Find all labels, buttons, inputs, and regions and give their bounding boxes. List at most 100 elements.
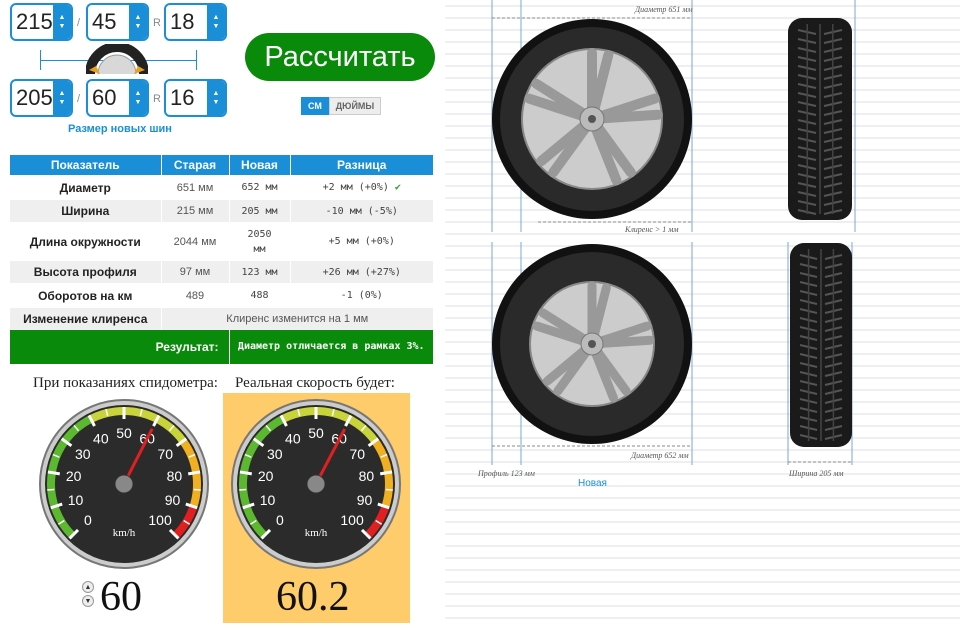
- row-new: 652 мм: [229, 175, 291, 200]
- clearance-label: Изменение клиренса: [10, 308, 162, 330]
- row-old: 2044 мм: [161, 222, 230, 261]
- tire-side-new: [790, 243, 852, 447]
- gauge-tick: [379, 470, 393, 476]
- row-diff: +5 мм (+0%): [290, 222, 434, 261]
- header-metric: Показатель: [10, 155, 162, 175]
- old-profile-select[interactable]: 45 ▲ ▼: [86, 3, 149, 41]
- gauge-tick-label: 90: [357, 492, 373, 508]
- table-header-row: Показатель Старая Новая Разница: [10, 155, 434, 175]
- select-arrows-icon: ▲ ▼: [129, 81, 147, 115]
- row-new: 488: [229, 283, 291, 308]
- slash-separator: /: [77, 93, 81, 105]
- shown-speed-value[interactable]: 60: [100, 573, 142, 621]
- speedometer-real: 0102030405060708090100km/h: [231, 399, 401, 569]
- radius-separator: R: [153, 93, 161, 105]
- old-radius-select[interactable]: 18 ▲ ▼: [164, 3, 227, 41]
- table-row: Диаметр 651 мм 652 мм +2 мм (+0%) ✔: [10, 175, 434, 200]
- old-radius-value: 18: [170, 9, 195, 34]
- row-name: Диаметр: [10, 175, 162, 200]
- gauge-tick-label: 70: [157, 446, 173, 462]
- table-row: Оборотов на км 489 488 -1 (0%): [10, 283, 434, 308]
- clearance-value: Клиренс изменится на 1 мм: [161, 308, 434, 330]
- gauge-hub: [114, 474, 134, 494]
- speed-stepper[interactable]: ▲ ▼: [82, 581, 94, 607]
- table-row: Ширина 215 мм 205 мм -10 мм (-5%): [10, 200, 434, 222]
- unit-cm-toggle[interactable]: СМ: [301, 97, 329, 115]
- row-new: 123 мм: [229, 261, 291, 283]
- old-width-select[interactable]: 215 ▲ ▼: [10, 3, 73, 41]
- table-row: Высота профиля 97 мм 123 мм +26 мм (+27%…: [10, 261, 434, 283]
- gauge-tick-label: 80: [359, 468, 375, 484]
- row-old: 489: [161, 283, 230, 308]
- gauge-tick-label: 70: [349, 446, 365, 462]
- wheel-new: [492, 244, 692, 444]
- unit-inches-toggle[interactable]: ДЮЙМЫ: [329, 97, 381, 115]
- tire-calculator: 215 ▲ ▼ / 45 ▲ ▼ R 18 ▲ ▼ 205 ▲ ▼ / 60 ▲ ▼ R …: [0, 0, 960, 630]
- gauge-tick: [47, 488, 55, 491]
- gauge-unit: km/h: [113, 527, 136, 539]
- gauge-tick-label: 20: [66, 468, 82, 484]
- row-diff: +26 мм (+27%): [290, 261, 434, 283]
- select-arrows-icon: ▲ ▼: [53, 5, 71, 39]
- check-icon: ✔: [388, 182, 401, 193]
- new-profile-value: 60: [92, 85, 117, 110]
- new-profile-select[interactable]: 60 ▲ ▼: [86, 79, 149, 117]
- row-diff: -10 мм (-5%): [290, 200, 434, 222]
- new-size-label: Размер новых шин: [68, 123, 172, 135]
- new-radius-value: 16: [170, 85, 195, 110]
- header-diff: Разница: [290, 155, 434, 175]
- gauge-tick: [239, 470, 253, 476]
- clearance-caption: Клиренс > 1 мм: [624, 225, 678, 234]
- width-caption: Ширина 205 мм: [788, 469, 844, 478]
- comparison-table: Показатель Старая Новая Разница Диаметр …: [10, 155, 434, 364]
- new-width-select[interactable]: 205 ▲ ▼: [10, 79, 73, 117]
- gauge-tick-label: 20: [258, 468, 274, 484]
- gauge-tick-label: 100: [340, 512, 364, 528]
- calculate-button[interactable]: Рассчитать: [245, 33, 435, 81]
- radius-separator: R: [153, 17, 161, 29]
- clearance-row: Изменение клиренса Клиренс изменится на …: [10, 308, 434, 330]
- link-line-left: [40, 50, 41, 70]
- gauge-tick: [239, 488, 247, 491]
- result-value: Диаметр отличается в рамках 3%.: [229, 330, 434, 364]
- real-speed-value: 60.2: [276, 574, 350, 620]
- row-name: Длина окружности: [10, 222, 162, 261]
- chevron-down-icon[interactable]: ▼: [82, 595, 94, 607]
- gauge-tick: [385, 488, 393, 491]
- result-row: Результат: Диаметр отличается в рамках 3…: [10, 330, 434, 364]
- row-diff: +2 мм (+0%) ✔: [290, 175, 434, 200]
- gauge-tick-label: 80: [167, 468, 183, 484]
- select-arrows-icon: ▲ ▼: [53, 81, 71, 115]
- gauge-unit: km/h: [305, 527, 328, 539]
- gauge-hub: [306, 474, 326, 494]
- row-diff-text: +2 мм (+0%): [322, 182, 389, 193]
- link-line-right: [196, 50, 197, 70]
- new-radius-select[interactable]: 16 ▲ ▼: [164, 79, 227, 117]
- result-label: Результат:: [10, 330, 230, 364]
- row-name: Высота профиля: [10, 261, 162, 283]
- gauge-tick-label: 30: [75, 446, 91, 462]
- gauge-tick-label: 100: [148, 512, 172, 528]
- gauge-tick: [193, 488, 201, 491]
- gauge-tick: [187, 470, 201, 476]
- row-old: 215 мм: [161, 200, 230, 222]
- old-profile-value: 45: [92, 9, 117, 34]
- row-name: Оборотов на км: [10, 283, 162, 308]
- header-new: Новая: [229, 155, 291, 175]
- row-old: 651 мм: [161, 175, 230, 200]
- profile-caption: Профиль 123 мм: [477, 469, 535, 478]
- gauge-tick-label: 0: [276, 512, 284, 528]
- speedometer-shown: 0102030405060708090100km/h: [39, 399, 209, 569]
- select-arrows-icon: ▲ ▼: [207, 81, 225, 115]
- new-caption: Новая: [578, 478, 607, 489]
- gauge-tick-label: 10: [68, 492, 84, 508]
- gauge-tick-label: 50: [308, 425, 324, 441]
- row-old: 97 мм: [161, 261, 230, 283]
- gauge-tick-label: 0: [84, 512, 92, 528]
- gauge-tick-label: 40: [285, 431, 301, 447]
- diameter-old-caption: Диаметр 651 мм: [634, 5, 693, 14]
- select-arrows-icon: ▲ ▼: [207, 5, 225, 39]
- chevron-up-icon[interactable]: ▲: [82, 581, 94, 593]
- table-row: Длина окружности 2044 мм 2050 мм +5 мм (…: [10, 222, 434, 261]
- select-arrows-icon: ▲ ▼: [129, 5, 147, 39]
